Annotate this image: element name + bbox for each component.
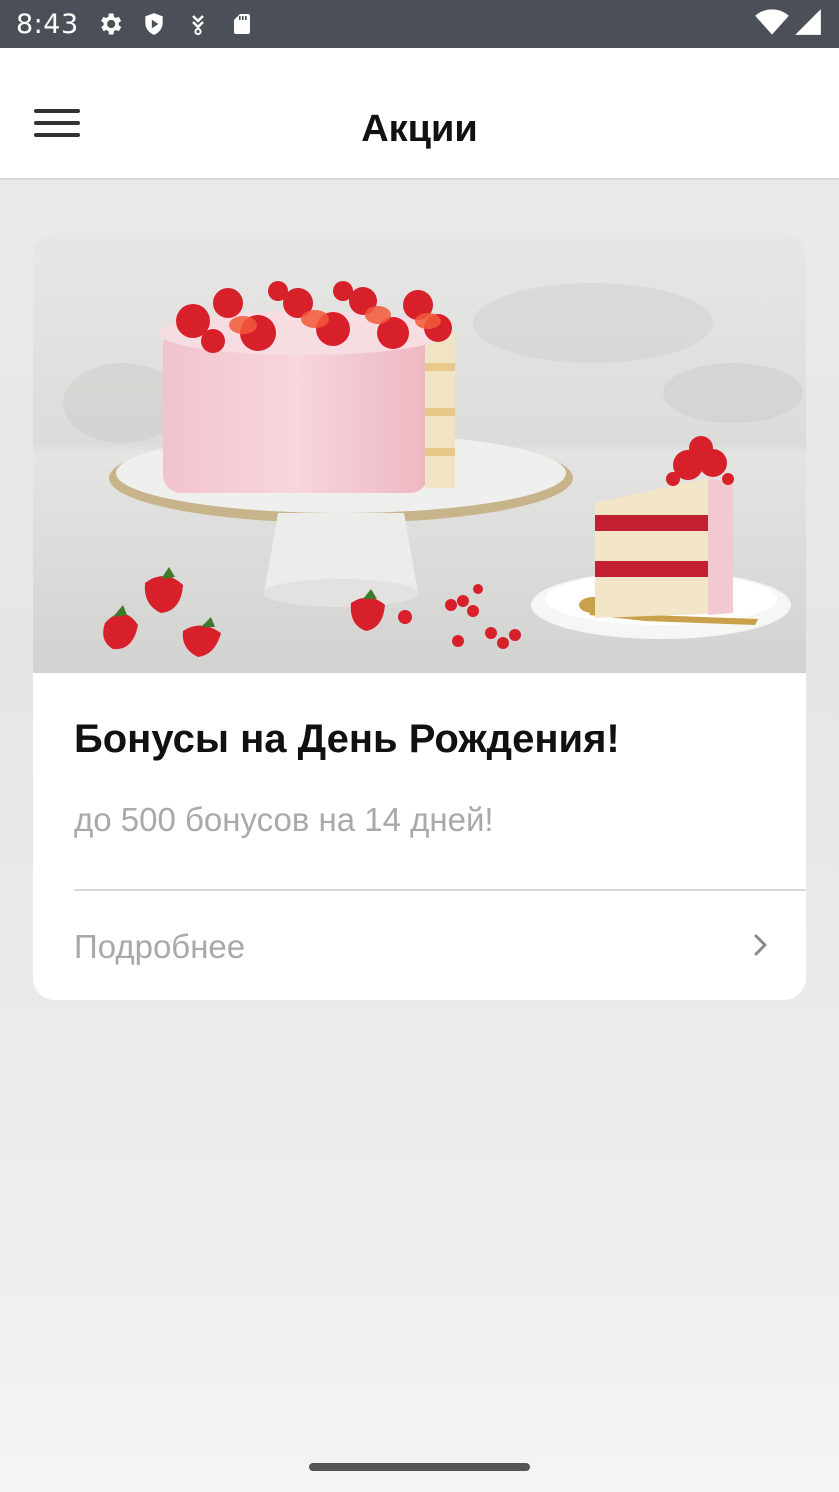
more-details-label: Подробнее <box>74 928 246 965</box>
status-time: 8:43 <box>16 8 79 40</box>
page-title: Акции <box>361 108 478 150</box>
gesture-nav-handle[interactable] <box>309 1463 530 1471</box>
status-right-icons <box>755 8 823 40</box>
sd-card-icon <box>227 9 257 39</box>
chevron-right-icon <box>754 934 767 956</box>
settings-icon <box>95 9 125 39</box>
promo-title: Бонусы на День Рождения! <box>74 717 620 761</box>
promo-image <box>33 233 806 673</box>
promo-card[interactable]: Бонусы на День Рождения! до 500 бонусов … <box>33 233 806 1000</box>
status-bar: 8:43 <box>0 0 839 48</box>
shield-icon <box>139 9 169 39</box>
app-bar: Акции <box>0 48 839 180</box>
download-icon <box>183 9 213 39</box>
signal-icon <box>793 8 823 40</box>
more-details-button[interactable]: Подробнее <box>33 891 806 1000</box>
promo-subtitle: до 500 бонусов на 14 дней! <box>74 801 494 838</box>
wifi-icon <box>755 8 789 40</box>
